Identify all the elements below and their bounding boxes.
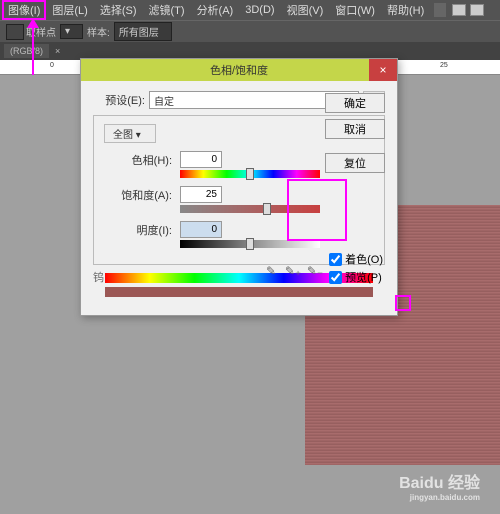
menu-bar: 图像(I) 图层(L) 选择(S) 滤镜(T) 分析(A) 3D(D) 视图(V…: [0, 0, 500, 20]
cancel-button[interactable]: 取消: [325, 119, 385, 139]
document-tab[interactable]: (RGB/8): [4, 44, 49, 58]
options-bar: 取样点 ▾ 样本: 所有图层: [0, 20, 500, 42]
eyedropper-icon[interactable]: ✎: [263, 263, 279, 279]
hue-input[interactable]: [180, 151, 222, 168]
menu-3d[interactable]: 3D(D): [239, 2, 280, 18]
saturation-label: 饱和度(A):: [104, 187, 172, 203]
sample-layers-dropdown[interactable]: 所有图层: [114, 22, 172, 41]
workspace-icon[interactable]: [452, 4, 466, 16]
lightness-input[interactable]: [180, 221, 222, 238]
lightness-label: 明度(I):: [104, 222, 172, 238]
menu-image[interactable]: 图像(I): [2, 0, 46, 20]
hue-slider[interactable]: [180, 170, 320, 178]
menu-view[interactable]: 视图(V): [281, 0, 330, 20]
hue-saturation-dialog: 色相/饱和度 × 预设(E): 自定▾ 全图 ▾ 色相(H): 饱和度(A): …: [80, 58, 398, 316]
colorize-label: 着色(O): [345, 251, 383, 267]
dialog-title: 色相/饱和度: [210, 62, 268, 78]
menu-window[interactable]: 窗口(W): [329, 0, 381, 20]
menu-help[interactable]: 帮助(H): [381, 0, 430, 20]
tool-preset-icon[interactable]: [6, 24, 24, 40]
ok-button[interactable]: 确定: [325, 93, 385, 113]
reset-button[interactable]: 复位: [325, 153, 385, 173]
eyedropper-sub-icon[interactable]: ✎₋: [307, 263, 323, 279]
preview-label: 预览(P): [345, 269, 382, 285]
preset-label: 预设(E):: [93, 92, 145, 108]
menu-select[interactable]: 选择(S): [94, 0, 143, 20]
saturation-input[interactable]: [180, 186, 222, 203]
channel-dropdown[interactable]: 全图 ▾: [104, 124, 156, 143]
colorize-checkbox[interactable]: [329, 253, 342, 266]
dialog-close-button[interactable]: ×: [369, 59, 397, 81]
menu-filter[interactable]: 滤镜(T): [143, 0, 191, 20]
dialog-titlebar: 色相/饱和度 ×: [81, 59, 397, 81]
menu-layer[interactable]: 图层(L): [46, 0, 93, 20]
watermark: Baidu 经验 jingyan.baidu.com: [399, 469, 480, 502]
tab-close-icon[interactable]: ×: [55, 46, 60, 56]
annotation-arrow-head: [27, 18, 39, 28]
preview-checkbox[interactable]: [329, 271, 342, 284]
saturation-slider[interactable]: [180, 205, 320, 213]
hand-tool-icon[interactable]: 钨: [93, 269, 104, 285]
eyedropper-add-icon[interactable]: ✎₊: [285, 263, 301, 279]
menu-analysis[interactable]: 分析(A): [191, 0, 240, 20]
color-range-bar-bottom: [105, 287, 373, 297]
sample-size-dropdown[interactable]: ▾: [60, 24, 83, 39]
lightness-slider[interactable]: [180, 240, 320, 248]
screen-mode-icon[interactable]: [470, 4, 484, 16]
sample-label: 样本:: [87, 24, 110, 39]
hue-label: 色相(H):: [104, 152, 172, 168]
